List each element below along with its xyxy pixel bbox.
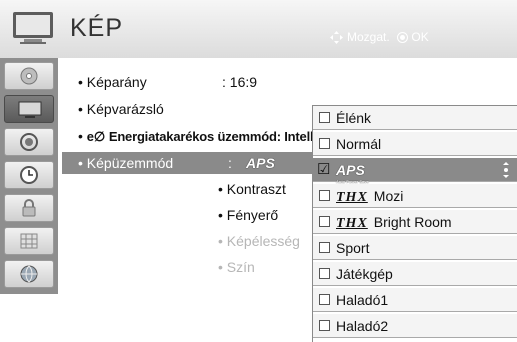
sidebar-item-network[interactable]: [4, 260, 54, 288]
clock-icon: [20, 166, 38, 184]
checkbox-icon: [319, 294, 330, 305]
aspect-ratio-label: • Képarány: [78, 74, 147, 90]
tv-picture-icon: [18, 101, 42, 118]
option-label: Élénk: [336, 110, 372, 126]
picture-mode-label: • Képüzemmód: [78, 155, 174, 171]
option-label: Normál: [336, 136, 382, 152]
menu-header: KÉP Mozgat. OK: [0, 0, 517, 59]
option-aps[interactable]: ☑ APS Auto Power Save: [313, 158, 517, 184]
tv-icon: [13, 12, 53, 44]
globe-icon: [20, 265, 38, 283]
menu-bullet: •: [78, 128, 87, 144]
option-label: Sport: [336, 240, 370, 256]
page-title: KÉP: [70, 14, 124, 42]
option-standard[interactable]: Normál: [313, 132, 517, 156]
option-expert1[interactable]: Haladó1: [313, 288, 517, 312]
option-label: Haladó2: [336, 318, 389, 334]
option-expert2[interactable]: Haladó2: [313, 314, 517, 338]
menu-item-picture-wizard[interactable]: • Képvarázsló: [78, 98, 164, 120]
sidebar-item-picture[interactable]: [4, 95, 54, 123]
disc-icon: [20, 67, 38, 85]
aps-logo-icon: APS Auto Power Save: [336, 158, 369, 184]
scroll-indicator-icon: [503, 162, 509, 178]
grid-options-icon: [20, 233, 38, 249]
energy-saving-label: Energiatakarékos üzemmód: Intelli: [108, 129, 317, 144]
aps-logo-icon: APS: [246, 152, 275, 174]
sidebar-item-time[interactable]: [4, 161, 54, 189]
speaker-icon: [20, 133, 38, 151]
move-arrows-icon: [330, 31, 343, 44]
option-label: Bright Room: [373, 214, 452, 230]
option-label: Haladó1: [336, 292, 389, 308]
checkbox-icon: [319, 216, 330, 227]
sidebar-item-lock[interactable]: [4, 194, 54, 222]
checkbox-icon: [319, 138, 330, 149]
menu-item-picture-mode[interactable]: • Képüzemmód : APS: [78, 152, 275, 174]
checkmark-icon: ☑: [317, 161, 331, 178]
sub-color: • Szín: [218, 259, 255, 275]
picture-mode-value: APS: [246, 155, 275, 171]
picture-mode-colon: :: [228, 155, 232, 171]
checkbox-icon: [319, 320, 330, 331]
menu-item-energy-saving[interactable]: • e∅ Energiatakarékos üzemmód: Intelli: [78, 125, 317, 147]
option-label: Mozi: [373, 188, 404, 204]
checkbox-icon: [319, 242, 330, 253]
sidebar-item-options[interactable]: [4, 227, 54, 255]
hint-move-label: Mozgat.: [347, 30, 390, 44]
hint-ok-label: OK: [411, 30, 429, 44]
lock-icon: [22, 199, 36, 217]
eco-icon: e∅: [86, 129, 105, 144]
navigation-hint: Mozgat. OK: [330, 30, 429, 44]
checkbox-icon: [319, 190, 330, 201]
menu-item-aspect-ratio[interactable]: • Képarány : 16:9: [78, 71, 257, 93]
option-vivid[interactable]: Élénk: [313, 106, 517, 130]
picture-mode-dropdown: Élénk Normál ☑ APS Auto Power Save THX Mo…: [312, 105, 517, 342]
option-label: Játékgép: [336, 266, 393, 282]
option-game[interactable]: Játékgép: [313, 262, 517, 286]
checkbox-icon: [319, 268, 330, 279]
checkbox-icon: [319, 112, 330, 123]
sub-sharpness: • Képélesség: [218, 233, 300, 249]
option-thx-cinema[interactable]: THX Mozi: [313, 184, 517, 208]
thx-logo: THX: [336, 216, 368, 231]
aspect-ratio-value: : 16:9: [222, 74, 258, 90]
sidebar-item-audio[interactable]: [4, 128, 54, 156]
ok-button-icon: [397, 32, 409, 43]
sub-contrast[interactable]: • Kontraszt: [218, 178, 286, 200]
sidebar-item-disc[interactable]: [4, 62, 54, 90]
option-sport[interactable]: Sport: [313, 236, 517, 260]
category-sidebar: [0, 58, 58, 294]
sub-brightness[interactable]: • Fényerő: [218, 204, 278, 226]
picture-wizard-label: • Képvarázsló: [78, 101, 164, 117]
option-thx-bright-room[interactable]: THX Bright Room: [313, 210, 517, 234]
thx-logo: THX: [336, 190, 368, 205]
